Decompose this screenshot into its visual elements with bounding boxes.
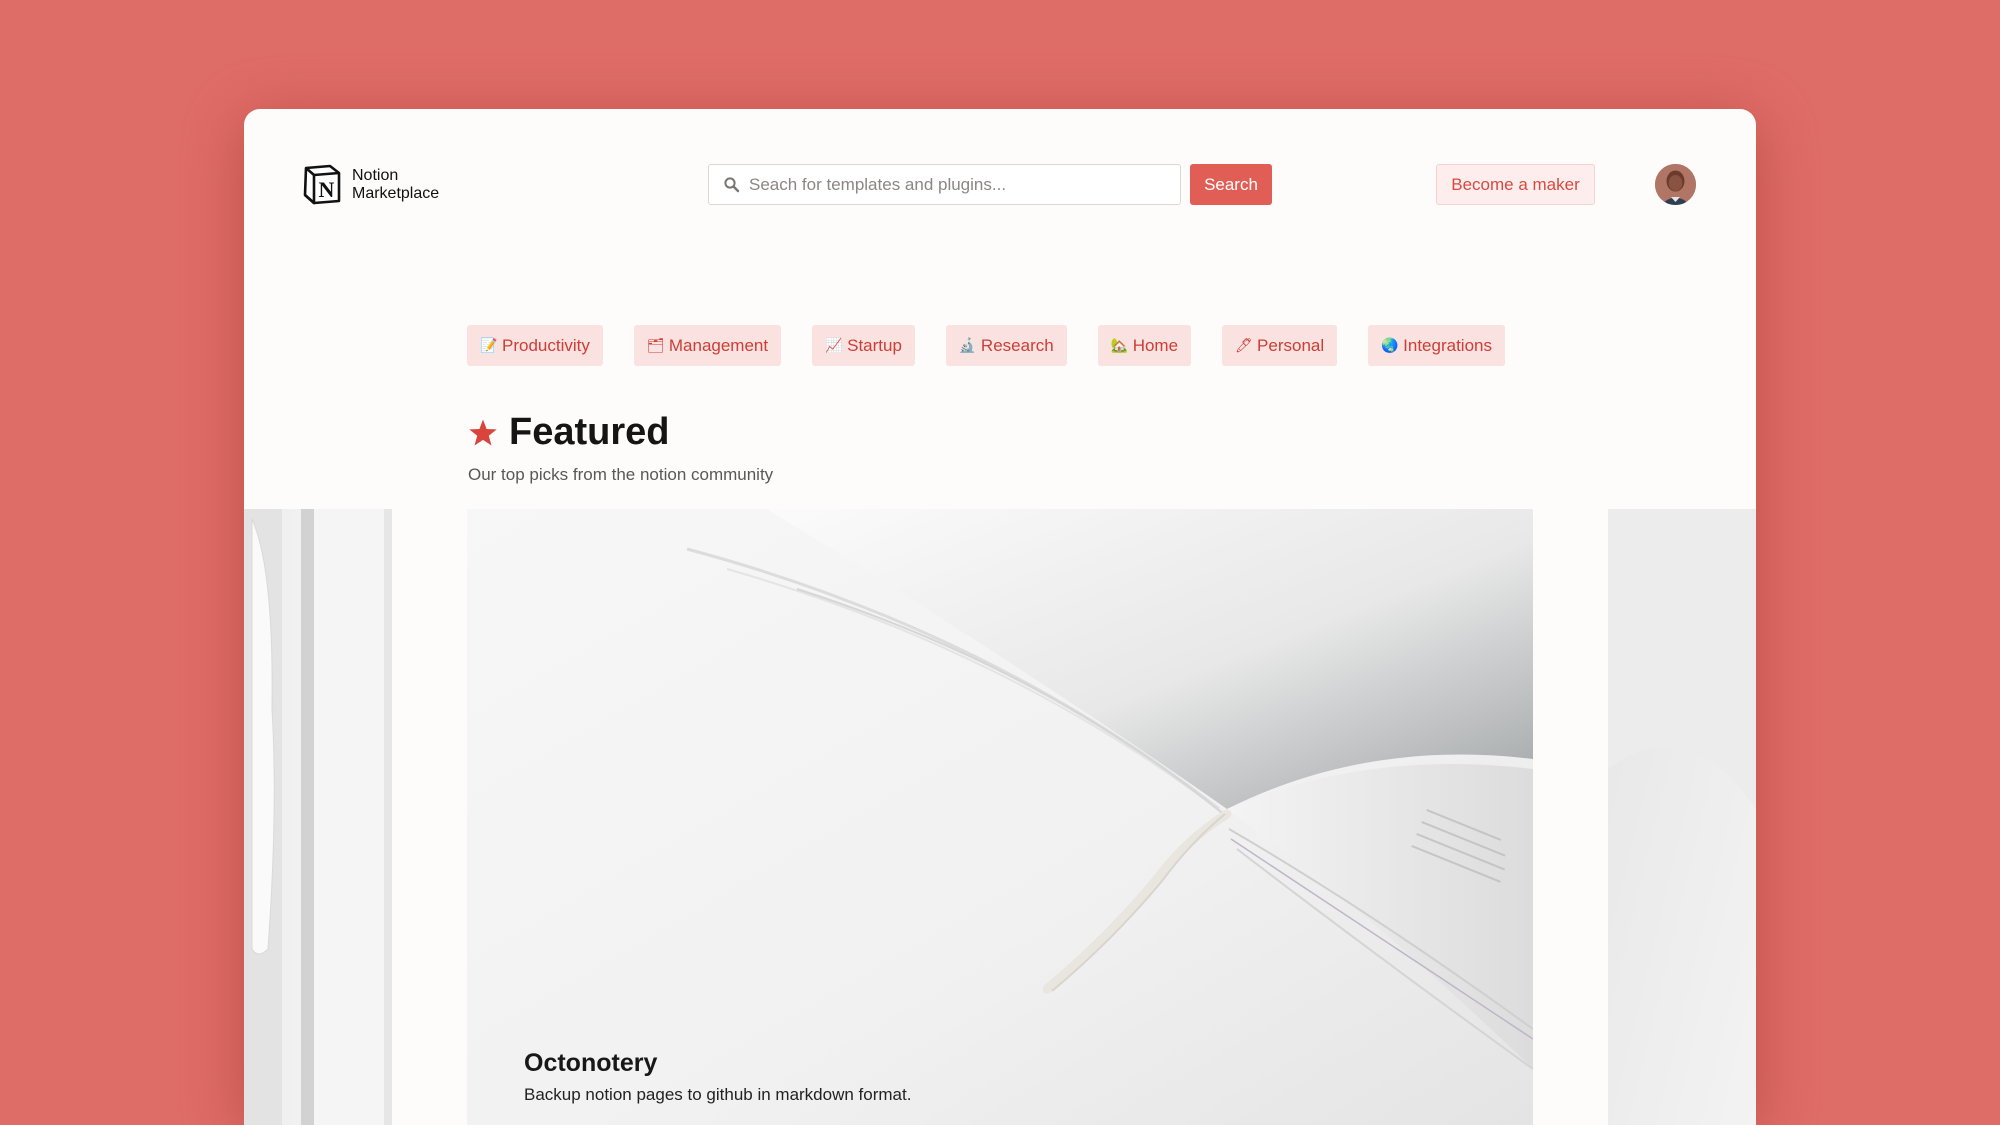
featured-carousel: Octonotery Backup notion pages to github…	[244, 509, 1756, 1125]
category-bar: 📝 Productivity 🗂 Management 📈 Startup 🔬 …	[467, 325, 1505, 366]
card-title: Octonotery	[524, 1049, 658, 1077]
carousel-next-card[interactable]	[1608, 509, 1756, 1125]
chart-increasing-icon: 📈	[825, 337, 843, 353]
notion-logo[interactable]: N Notion Marketplace	[302, 164, 439, 205]
memo-icon: 📝	[480, 337, 498, 353]
logo-line-2: Marketplace	[352, 184, 440, 202]
star-icon	[469, 419, 497, 445]
category-label: Startup	[847, 335, 902, 355]
category-label: Home	[1132, 335, 1179, 355]
logo-text: Notion Marketplace	[352, 167, 439, 203]
become-maker-button[interactable]: Become a maker	[1436, 164, 1595, 205]
house-with-garden-icon: 🏡	[1110, 337, 1129, 353]
microscope-icon: 🔬	[958, 337, 977, 353]
category-label: Research	[980, 335, 1054, 355]
category-research[interactable]: 🔬 Research	[945, 325, 1067, 366]
search-input[interactable]	[749, 174, 1169, 195]
featured-title: Featured	[509, 411, 670, 453]
category-productivity[interactable]: 📝 Productivity	[467, 325, 603, 366]
category-label: Personal	[1257, 335, 1325, 355]
logo-line-1: Notion	[352, 166, 399, 184]
carousel-previous-card[interactable]	[244, 509, 392, 1125]
featured-subtitle: Our top picks from the notion community	[468, 465, 774, 484]
category-management[interactable]: 🗂 Management	[633, 325, 782, 366]
featured-heading: Featured	[467, 411, 669, 454]
search-button[interactable]: Search	[1190, 164, 1272, 205]
pen-icon: 🖊	[1235, 337, 1253, 353]
category-label: Management	[668, 335, 769, 355]
notion-logo-icon: N	[303, 164, 341, 205]
category-label: Integrations	[1403, 335, 1492, 355]
next-card-image	[1608, 509, 1756, 1125]
category-startup[interactable]: 📈 Startup	[812, 325, 915, 366]
app-window: N Notion Marketplace Search Become a mak…	[244, 109, 1756, 1125]
card-description: Backup notion pages to github in markdow…	[524, 1085, 912, 1104]
card-image	[467, 509, 1533, 1125]
previous-card-image	[244, 509, 392, 1125]
card-index-dividers-icon: 🗂	[646, 337, 665, 353]
category-label: Productivity	[502, 335, 590, 355]
user-avatar[interactable]	[1655, 164, 1696, 205]
category-integrations[interactable]: 🌏 Integrations	[1368, 325, 1505, 366]
search-icon	[724, 176, 740, 192]
search-bar: Search	[708, 164, 1272, 205]
globe-icon: 🌏	[1381, 337, 1399, 353]
category-home[interactable]: 🏡 Home	[1097, 325, 1192, 366]
category-personal[interactable]: 🖊 Personal	[1222, 325, 1338, 366]
search-field[interactable]	[708, 164, 1181, 205]
svg-text:N: N	[319, 177, 335, 202]
avatar-image	[1655, 164, 1696, 205]
featured-card[interactable]: Octonotery Backup notion pages to github…	[467, 509, 1533, 1125]
